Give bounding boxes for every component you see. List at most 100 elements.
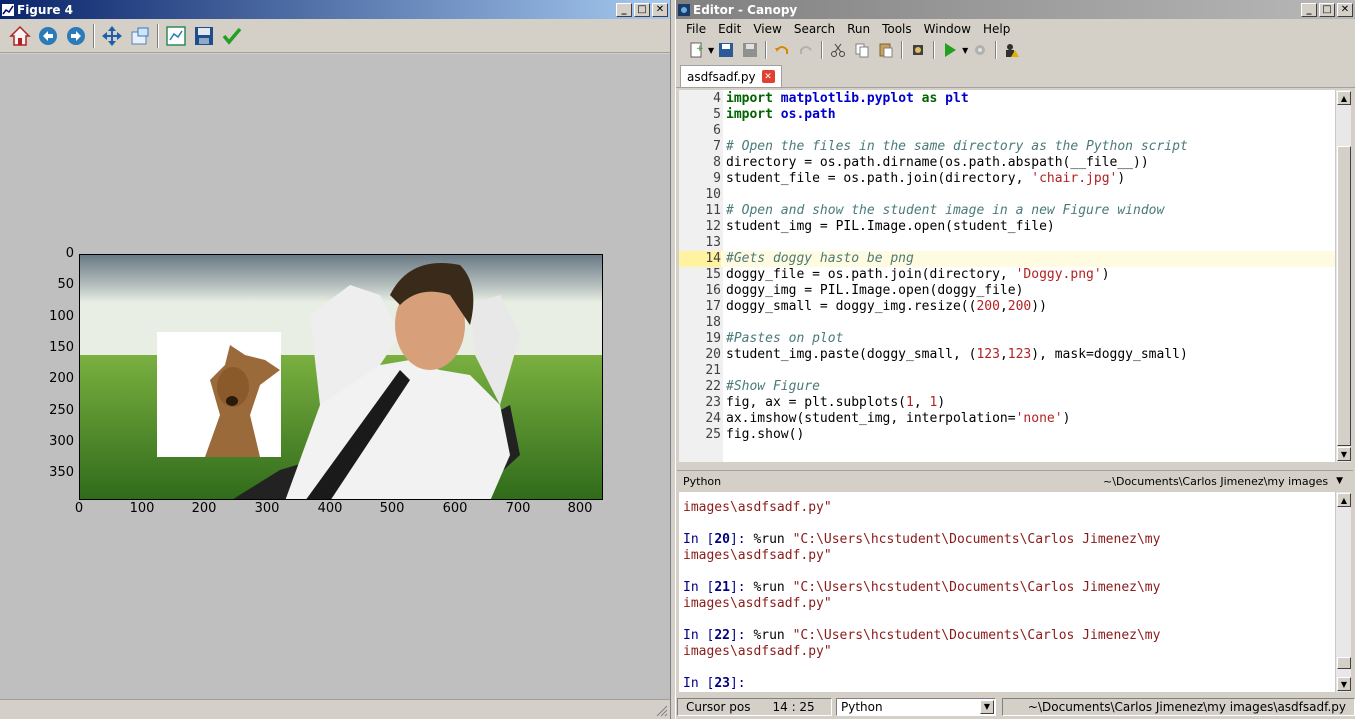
pan-icon[interactable]	[98, 22, 126, 50]
home-icon[interactable]	[6, 22, 34, 50]
resize-grip-icon[interactable]	[656, 705, 668, 717]
code-line[interactable]: 13	[679, 235, 1335, 251]
editor-scrollbar[interactable]: ▲ ▼	[1335, 90, 1351, 462]
zoom-icon[interactable]	[126, 22, 154, 50]
cursor-label: Cursor pos	[686, 699, 751, 714]
x-tick-label: 700	[505, 501, 531, 516]
new-file-icon[interactable]: +	[684, 39, 708, 61]
code-text: student_file = os.path.join(directory, '…	[726, 171, 1126, 186]
debug-icon[interactable]	[968, 39, 992, 61]
code-text: #Pastes on plot	[726, 331, 844, 346]
editor-titlebar[interactable]: Editor - Canopy _ □ ✕	[676, 0, 1355, 19]
tab-asdfsadf-py[interactable]: asdfsadf.py ✕	[680, 65, 782, 87]
code-line[interactable]: 5 import os.path	[679, 107, 1335, 123]
menu-search[interactable]: Search	[788, 22, 841, 36]
run-icon[interactable]	[938, 39, 962, 61]
code-editor[interactable]: 4 import matplotlib.pyplot as plt 5 import …	[679, 90, 1335, 462]
console-scrollbar[interactable]: ▲ ▼	[1335, 492, 1351, 692]
figure-statusbar	[0, 699, 670, 719]
save-all-icon[interactable]	[738, 39, 762, 61]
y-tick-label: 50	[57, 277, 74, 292]
x-tick-label: 300	[254, 501, 280, 516]
close-tab-icon[interactable]: ✕	[761, 70, 775, 83]
copy-icon[interactable]	[850, 39, 874, 61]
menu-file[interactable]: File	[680, 22, 712, 36]
code-line[interactable]: 14 #Gets doggy hasto be png	[679, 251, 1335, 267]
close-button[interactable]: ✕	[1337, 2, 1353, 17]
chevron-down-icon[interactable]: ▼	[980, 699, 994, 714]
code-line[interactable]: 12 student_img = PIL.Image.open(student_f…	[679, 219, 1335, 235]
code-line[interactable]: 17 doggy_small = doggy_img.resize((200,20…	[679, 299, 1335, 315]
minimize-button[interactable]: _	[616, 2, 632, 17]
figure-toolbar	[0, 19, 670, 53]
code-line[interactable]: 25 fig.show()	[679, 427, 1335, 443]
code-line[interactable]: 8 directory = os.path.dirname(os.path.abs…	[679, 155, 1335, 171]
code-line[interactable]: 16 doggy_img = PIL.Image.open(doggy_file)	[679, 283, 1335, 299]
maximize-button[interactable]: □	[1319, 2, 1335, 17]
forward-icon[interactable]	[62, 22, 90, 50]
code-line[interactable]: 10	[679, 187, 1335, 203]
code-text: doggy_img = PIL.Image.open(doggy_file)	[726, 283, 1024, 298]
line-number: 11	[705, 203, 721, 218]
close-button[interactable]: ✕	[652, 2, 668, 17]
python-pane-path: ~\Documents\Carlos Jimenez\my images	[1103, 474, 1329, 488]
code-line[interactable]: 19 #Pastes on plot	[679, 331, 1335, 347]
toolbar-separator	[157, 23, 159, 48]
menu-tools[interactable]: Tools	[876, 22, 918, 36]
line-number: 9	[713, 171, 721, 186]
code-line[interactable]: 9 student_file = os.path.join(directory, …	[679, 171, 1335, 187]
python-console[interactable]: images\asdfsadf.py" In [20]: %run "C:\Use…	[679, 492, 1335, 692]
menu-window[interactable]: Window	[918, 22, 977, 36]
x-tick-label: 800	[567, 501, 593, 516]
check-icon[interactable]	[218, 22, 246, 50]
language-select[interactable]: Python ▼	[836, 697, 996, 716]
menu-view[interactable]: View	[747, 22, 787, 36]
code-line[interactable]: 11 # Open and show the student image in a…	[679, 203, 1335, 219]
redo-icon[interactable]	[794, 39, 818, 61]
code-line[interactable]: 7 # Open the files in the same directory …	[679, 139, 1335, 155]
line-number: 23	[705, 395, 721, 410]
interrupt-kernel-icon[interactable]	[1000, 39, 1024, 61]
code-line[interactable]: 20 student_img.paste(doggy_small, (123,12…	[679, 347, 1335, 363]
scroll-thumb[interactable]	[1337, 657, 1351, 669]
undo-icon[interactable]	[770, 39, 794, 61]
y-tick-label: 150	[49, 340, 74, 355]
minimize-button[interactable]: _	[1301, 2, 1317, 17]
scroll-down-icon[interactable]: ▼	[1337, 447, 1351, 461]
cut-icon[interactable]	[826, 39, 850, 61]
save-icon[interactable]	[714, 39, 738, 61]
code-line[interactable]: 21	[679, 363, 1335, 379]
scroll-down-icon[interactable]: ▼	[1337, 677, 1351, 691]
back-icon[interactable]	[34, 22, 62, 50]
scroll-thumb[interactable]	[1337, 146, 1351, 446]
toolbar-separator	[901, 41, 904, 59]
code-line[interactable]: 23 fig, ax = plt.subplots(1, 1)	[679, 395, 1335, 411]
code-line[interactable]: 18	[679, 315, 1335, 331]
save-icon[interactable]	[190, 22, 218, 50]
menu-edit[interactable]: Edit	[712, 22, 747, 36]
code-line[interactable]: 6	[679, 123, 1335, 139]
pane-dropdown-icon[interactable]: ▼	[1336, 476, 1353, 486]
editor-toolbar: + ▼ ▼	[676, 39, 1355, 61]
line-number: 25	[705, 427, 721, 442]
x-tick-label: 400	[317, 501, 343, 516]
menu-run[interactable]: Run	[841, 22, 876, 36]
language-value: Python	[841, 699, 883, 714]
menu-help[interactable]: Help	[977, 22, 1016, 36]
subplots-icon[interactable]	[162, 22, 190, 50]
toolbar-separator	[995, 41, 998, 59]
scroll-up-icon[interactable]: ▲	[1337, 91, 1351, 105]
python-pane-label: Python	[683, 474, 722, 488]
code-line[interactable]: 22 #Show Figure	[679, 379, 1335, 395]
y-tick-label: 0	[65, 246, 74, 261]
console-line: images\asdfsadf.py"	[683, 548, 832, 563]
code-line[interactable]: 15 doggy_file = os.path.join(directory, '…	[679, 267, 1335, 283]
code-line[interactable]: 24 ax.imshow(student_img, interpolation='…	[679, 411, 1335, 427]
maximize-button[interactable]: □	[634, 2, 650, 17]
figure-titlebar[interactable]: Figure 4 _ □ ✕	[0, 0, 670, 19]
find-icon[interactable]	[906, 39, 930, 61]
paste-icon[interactable]	[874, 39, 898, 61]
line-number: 17	[705, 299, 721, 314]
code-line[interactable]: 4 import matplotlib.pyplot as plt	[679, 91, 1335, 107]
scroll-up-icon[interactable]: ▲	[1337, 493, 1351, 507]
